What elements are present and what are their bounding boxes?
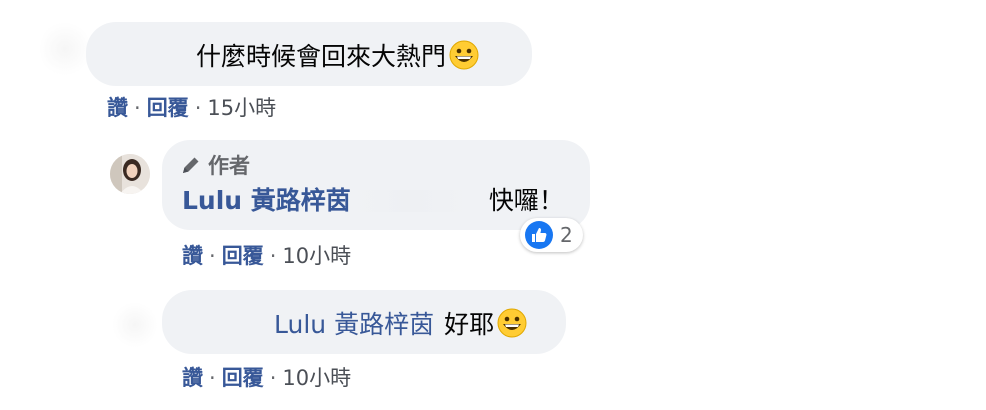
separator-dot: ·: [194, 96, 202, 120]
like-link[interactable]: 讚: [182, 244, 203, 268]
pencil-icon: [183, 157, 199, 173]
timestamp[interactable]: 15小時: [207, 96, 276, 120]
separator-dot: ·: [209, 244, 216, 268]
timestamp[interactable]: 10小時: [282, 366, 351, 390]
comment-actions: 讚 · 回覆 · 10小時: [182, 240, 351, 270]
grinning-emoji-icon: [449, 40, 479, 70]
reply-link[interactable]: 回覆: [222, 244, 264, 268]
grinning-emoji-icon: [497, 308, 527, 338]
timestamp[interactable]: 10小時: [282, 244, 351, 268]
reply-link[interactable]: 回覆: [147, 96, 189, 120]
reaction-summary[interactable]: 2: [520, 218, 583, 252]
reaction-count: 2: [560, 223, 573, 247]
author-photo-icon: [110, 154, 150, 194]
mention-link[interactable]: Lulu 黃路梓茵: [274, 310, 434, 339]
comment-actions: 讚 · 回覆 · 15小時: [107, 92, 276, 122]
like-thumb-icon: [525, 221, 553, 249]
like-link[interactable]: 讚: [182, 366, 203, 390]
comment-actions: 讚 · 回覆 · 10小時: [182, 362, 351, 392]
redacted-area: [350, 190, 471, 212]
separator-dot: ·: [209, 366, 216, 390]
like-link[interactable]: 讚: [107, 96, 128, 120]
author-badge: 作者: [180, 150, 250, 180]
separator-dot: ·: [269, 244, 277, 268]
commenter-avatar[interactable]: [112, 302, 158, 348]
author-avatar[interactable]: [110, 154, 150, 194]
separator-dot: ·: [269, 366, 277, 390]
separator-dot: ·: [134, 96, 141, 120]
comment-text: Lulu 黃路梓茵 快囉！: [182, 186, 564, 215]
comment-text: 什麼時候會回來大熱門: [196, 40, 479, 70]
comment-text: Lulu 黃路梓茵 好耶: [274, 308, 527, 338]
author-name-link[interactable]: Lulu 黃路梓茵: [182, 186, 351, 215]
commenter-avatar[interactable]: [40, 20, 90, 78]
reply-link[interactable]: 回覆: [222, 366, 264, 390]
